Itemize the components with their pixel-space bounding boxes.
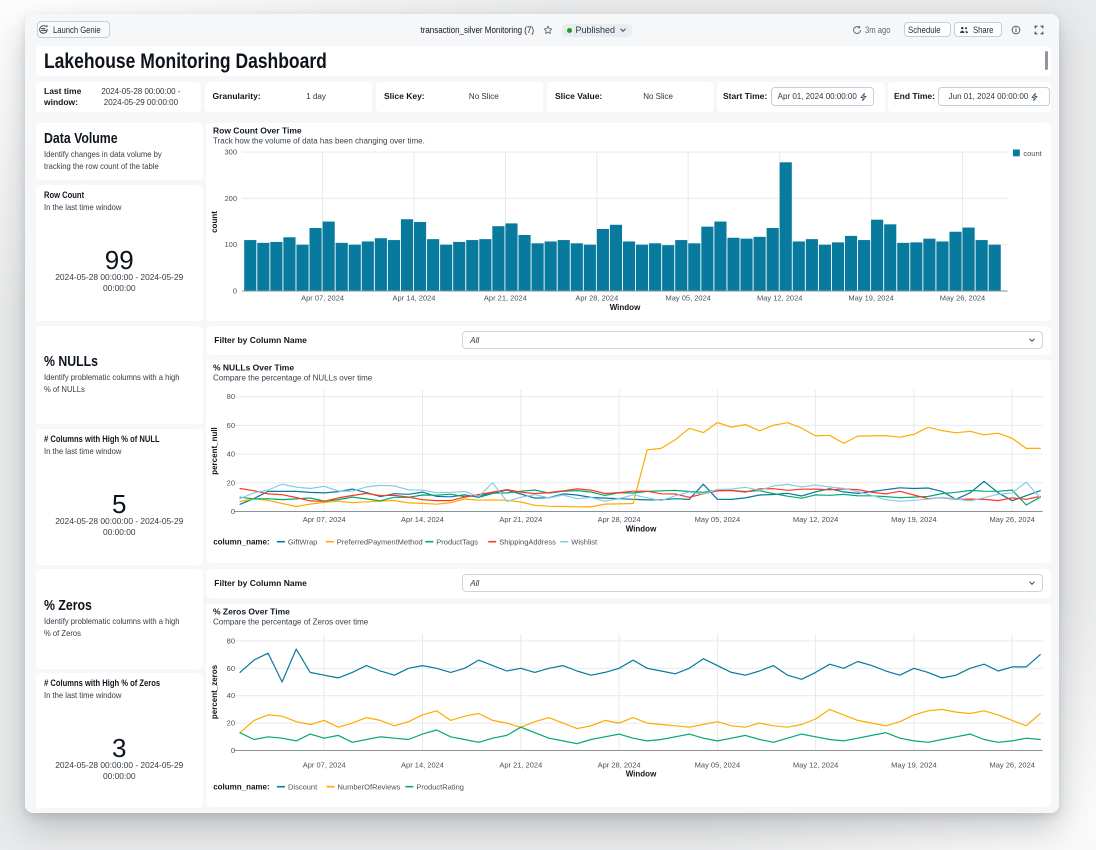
svg-text:Compare the percentage of NULL: Compare the percentage of NULLs over tim… bbox=[213, 374, 373, 383]
svg-text:Apr 28, 2024: Apr 28, 2024 bbox=[598, 760, 641, 769]
svg-text:Compare the percentage of Zero: Compare the percentage of Zeros over tim… bbox=[213, 617, 369, 626]
svg-text:40: 40 bbox=[227, 450, 235, 459]
svg-text:Wishlist: Wishlist bbox=[572, 538, 599, 547]
svg-text:20: 20 bbox=[227, 478, 235, 487]
svg-text:May 26, 2024: May 26, 2024 bbox=[940, 293, 985, 302]
svg-text:0: 0 bbox=[231, 746, 235, 755]
svg-text:Apr 21, 2024: Apr 21, 2024 bbox=[500, 760, 543, 769]
svg-text:Apr 21, 2024: Apr 21, 2024 bbox=[500, 515, 543, 524]
svg-text:percent_null: percent_null bbox=[210, 427, 219, 475]
svg-text:ProductTags: ProductTags bbox=[437, 538, 479, 547]
svg-text:ShippingAddress: ShippingAddress bbox=[499, 538, 556, 547]
svg-text:column_name:: column_name: bbox=[213, 782, 269, 791]
svg-text:Apr 07, 2024: Apr 07, 2024 bbox=[303, 515, 346, 524]
svg-text:count: count bbox=[210, 210, 219, 232]
svg-text:80: 80 bbox=[227, 392, 235, 401]
svg-text:% Zeros Over Time: % Zeros Over Time bbox=[213, 606, 290, 616]
svg-text:% NULLs Over Time: % NULLs Over Time bbox=[213, 363, 294, 373]
svg-text:May 26, 2024: May 26, 2024 bbox=[990, 760, 1035, 769]
svg-text:Apr 14, 2024: Apr 14, 2024 bbox=[401, 760, 444, 769]
svg-text:20: 20 bbox=[227, 718, 235, 727]
svg-text:May 12, 2024: May 12, 2024 bbox=[793, 515, 838, 524]
svg-text:Discount: Discount bbox=[288, 782, 318, 791]
svg-text:May 19, 2024: May 19, 2024 bbox=[891, 760, 936, 769]
svg-text:PreferredPaymentMethod: PreferredPaymentMethod bbox=[337, 538, 423, 547]
svg-text:percent_zeros: percent_zeros bbox=[210, 664, 219, 719]
svg-text:Apr 07, 2024: Apr 07, 2024 bbox=[301, 293, 344, 302]
svg-text:Window: Window bbox=[626, 769, 657, 778]
svg-text:200: 200 bbox=[225, 193, 238, 202]
svg-text:Apr 14, 2024: Apr 14, 2024 bbox=[393, 293, 436, 302]
svg-text:column_name:: column_name: bbox=[213, 538, 269, 547]
svg-text:60: 60 bbox=[227, 663, 235, 672]
svg-text:80: 80 bbox=[227, 636, 235, 645]
svg-text:May 12, 2024: May 12, 2024 bbox=[757, 293, 802, 302]
svg-text:0: 0 bbox=[231, 507, 235, 516]
svg-text:Window: Window bbox=[626, 525, 657, 534]
svg-text:NumberOfReviews: NumberOfReviews bbox=[338, 782, 401, 791]
svg-text:0: 0 bbox=[233, 286, 237, 295]
svg-text:Apr 28, 2024: Apr 28, 2024 bbox=[598, 515, 641, 524]
svg-text:ProductRating: ProductRating bbox=[417, 782, 465, 791]
svg-text:count: count bbox=[1024, 149, 1043, 158]
svg-text:Apr 07, 2024: Apr 07, 2024 bbox=[303, 760, 346, 769]
svg-text:100: 100 bbox=[225, 240, 238, 249]
svg-text:40: 40 bbox=[227, 691, 235, 700]
svg-text:Apr 21, 2024: Apr 21, 2024 bbox=[484, 293, 527, 302]
svg-text:May 26, 2024: May 26, 2024 bbox=[990, 515, 1035, 524]
svg-text:May 05, 2024: May 05, 2024 bbox=[695, 760, 740, 769]
svg-text:Track how the volume of data h: Track how the volume of data has been ch… bbox=[213, 136, 425, 145]
svg-text:Apr 14, 2024: Apr 14, 2024 bbox=[401, 515, 444, 524]
svg-text:May 19, 2024: May 19, 2024 bbox=[891, 515, 936, 524]
svg-text:300: 300 bbox=[225, 147, 238, 156]
svg-text:Row Count Over Time: Row Count Over Time bbox=[213, 125, 302, 135]
svg-text:May 05, 2024: May 05, 2024 bbox=[695, 515, 740, 524]
svg-text:May 12, 2024: May 12, 2024 bbox=[793, 760, 838, 769]
svg-text:Window: Window bbox=[610, 303, 641, 312]
svg-text:May 05, 2024: May 05, 2024 bbox=[666, 293, 711, 302]
svg-text:May 19, 2024: May 19, 2024 bbox=[849, 293, 894, 302]
svg-text:GiftWrap: GiftWrap bbox=[288, 538, 317, 547]
svg-text:Apr 28, 2024: Apr 28, 2024 bbox=[576, 293, 619, 302]
svg-text:60: 60 bbox=[227, 421, 235, 430]
